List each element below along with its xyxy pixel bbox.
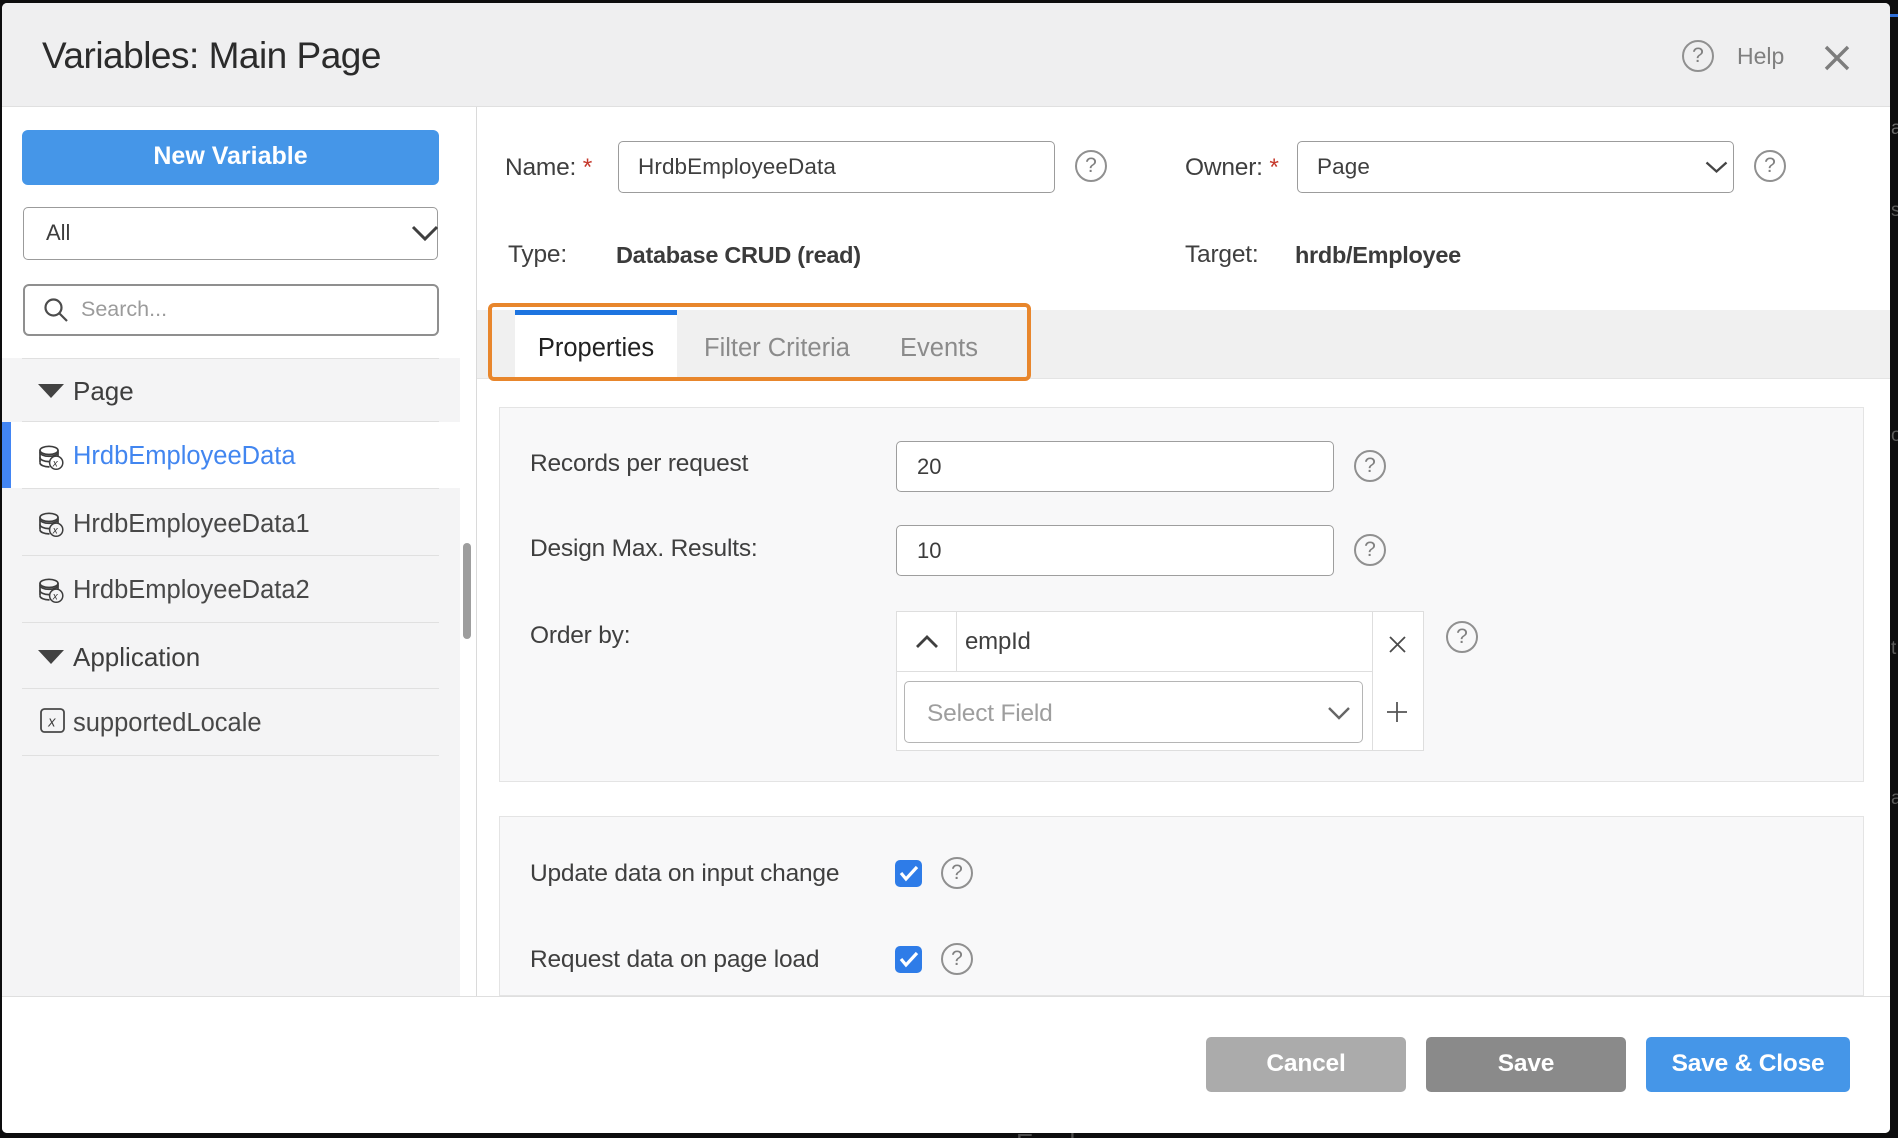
svg-text:x: x: [52, 459, 59, 470]
svg-text:x: x: [47, 715, 56, 731]
svg-text:x: x: [52, 526, 59, 537]
svg-text:x: x: [52, 592, 59, 603]
